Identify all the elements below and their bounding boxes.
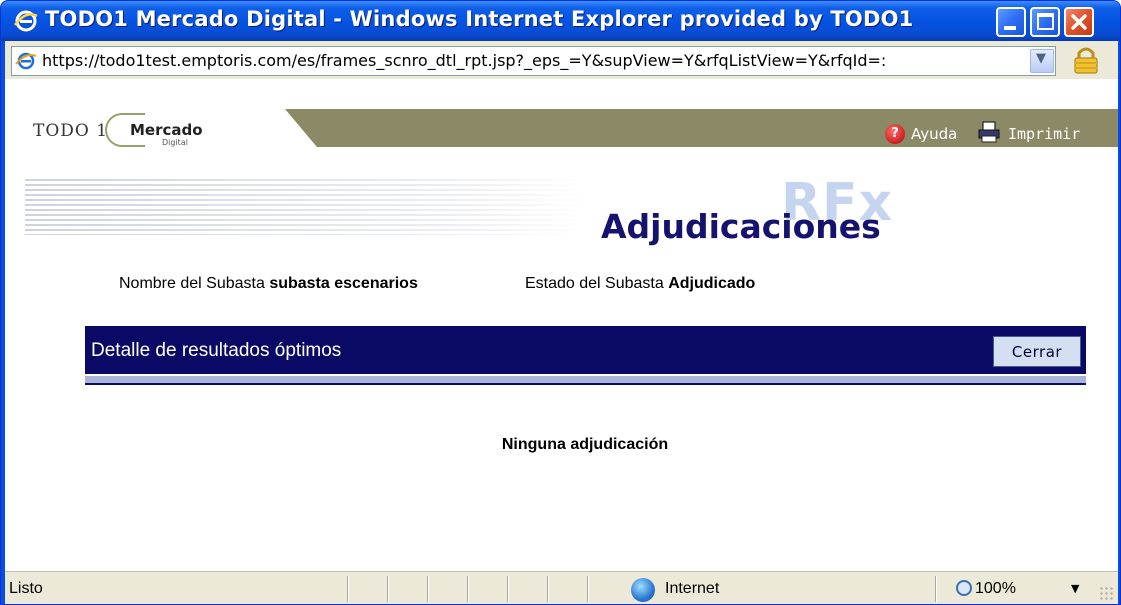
zoom-level[interactable]: 100% (975, 580, 1016, 598)
status-bar: Listo Internet 100% ▼ (5, 571, 1118, 604)
zoom-dropdown-icon[interactable]: ▼ (1071, 582, 1079, 595)
decorative-stripes (25, 179, 585, 235)
maximize-icon (1037, 13, 1054, 30)
close-icon (1071, 14, 1087, 30)
status-divider (547, 576, 549, 602)
logo-mercado: Mercado (130, 121, 203, 139)
auction-name-value: subasta escenarios (269, 275, 418, 292)
print-link[interactable]: Imprimir (1008, 125, 1080, 143)
status-divider (507, 576, 509, 602)
help-icon[interactable]: ? (885, 124, 905, 144)
auction-name-label: Nombre del Subasta (119, 275, 265, 292)
minimize-button[interactable] (996, 7, 1026, 37)
logo-digital: Digital (162, 138, 188, 147)
status-divider (467, 576, 469, 602)
lock-icon[interactable] (1063, 45, 1111, 75)
close-window-button[interactable] (1064, 7, 1094, 37)
url-field[interactable]: https://todo1test.emptoris.com/es/frames… (11, 46, 1056, 76)
url-dropdown-button[interactable]: ▼ (1030, 49, 1054, 73)
url-text[interactable]: https://todo1test.emptoris.com/es/frames… (42, 51, 1022, 70)
resize-grip-icon[interactable] (1099, 586, 1115, 602)
security-zone-label[interactable]: Internet (665, 580, 719, 598)
maximize-button[interactable] (1030, 7, 1060, 37)
status-text: Listo (9, 580, 43, 597)
browser-window: TODO1 Mercado Digital - Windows Internet… (0, 0, 1121, 605)
detail-underline-dark (85, 383, 1086, 385)
status-divider (587, 576, 589, 602)
minimize-icon (1004, 26, 1016, 30)
detail-underline (85, 376, 1086, 383)
page-title: Adjudicaciones (601, 207, 881, 246)
internet-explorer-icon (13, 10, 38, 32)
status-divider (387, 576, 389, 602)
empty-results-message: Ninguna adjudicación (501, 436, 669, 453)
auction-state: Estado del Subasta Adjudicado (525, 275, 755, 293)
window-title: TODO1 Mercado Digital - Windows Internet… (45, 7, 914, 31)
auction-name: Nombre del Subasta subasta escenarios (119, 275, 418, 293)
page-content: TODO 1 Mercado Digital ? Ayuda Imprimir … (5, 79, 1118, 571)
auction-state-value: Adjudicado (668, 275, 756, 292)
logo-todo1: TODO 1 (33, 121, 109, 141)
detail-title: Detalle de resultados óptimos (91, 340, 342, 361)
help-link[interactable]: Ayuda (911, 125, 957, 143)
status-divider (935, 576, 937, 602)
page-icon (15, 52, 37, 70)
close-button[interactable]: Cerrar (993, 336, 1081, 367)
printer-icon[interactable] (977, 121, 1001, 143)
internet-zone-icon[interactable] (631, 578, 655, 602)
zoom-icon[interactable] (956, 580, 972, 596)
title-bar[interactable]: TODO1 Mercado Digital - Windows Internet… (1, 1, 1120, 41)
status-divider (427, 576, 429, 602)
chevron-down-icon: ▼ (1036, 51, 1046, 66)
detail-header-bar: Detalle de resultados óptimos Cerrar (85, 326, 1086, 374)
status-divider (347, 576, 349, 602)
auction-state-label: Estado del Subasta (525, 275, 664, 292)
